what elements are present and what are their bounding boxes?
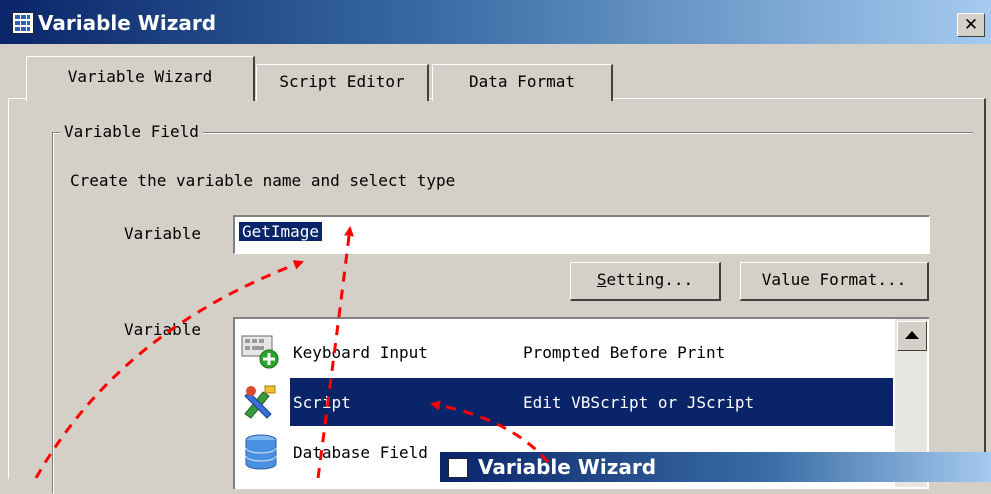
tab-script-editor[interactable]: Script Editor — [256, 64, 429, 101]
scroll-up-button[interactable] — [897, 321, 927, 351]
variable-type-label: Variable — [124, 320, 202, 339]
item-name: Script — [293, 393, 351, 412]
keyboard-add-icon — [241, 335, 279, 369]
value-format-button[interactable]: Value Format... — [740, 262, 929, 301]
setting-label: etting... — [606, 270, 694, 289]
list-item-script[interactable]: Script Edit VBScript or JScript — [235, 378, 893, 426]
variable-name-value[interactable]: GetImage — [239, 222, 323, 241]
instruction-text: Create the variable name and select type — [70, 171, 456, 190]
variable-name-label: Variable — [124, 224, 202, 243]
list-item-keyboard-input[interactable]: Keyboard Input Prompted Before Print — [235, 328, 893, 374]
tab-variable-wizard[interactable]: Variable Wizard — [26, 56, 255, 101]
tab-data-format[interactable]: Data Format — [432, 64, 613, 101]
database-icon — [245, 434, 277, 470]
app-grid-icon — [448, 458, 468, 478]
variable-name-input[interactable] — [233, 215, 930, 254]
item-name: Database Field — [293, 443, 428, 462]
overlay-window-title: Variable Wizard — [478, 455, 657, 479]
item-name: Keyboard Input — [293, 343, 428, 362]
group-title: Variable Field — [60, 122, 203, 141]
item-description: Edit VBScript or JScript — [523, 393, 755, 412]
script-tools-icon — [244, 385, 276, 419]
app-grid-icon — [12, 12, 34, 34]
close-icon: ✕ — [963, 15, 979, 35]
close-button[interactable]: ✕ — [957, 13, 985, 37]
window-title: Variable Wizard — [38, 11, 217, 35]
triangle-up-icon — [905, 331, 919, 339]
item-description: Prompted Before Print — [523, 343, 726, 362]
setting-button[interactable]: Setting... — [570, 262, 721, 301]
